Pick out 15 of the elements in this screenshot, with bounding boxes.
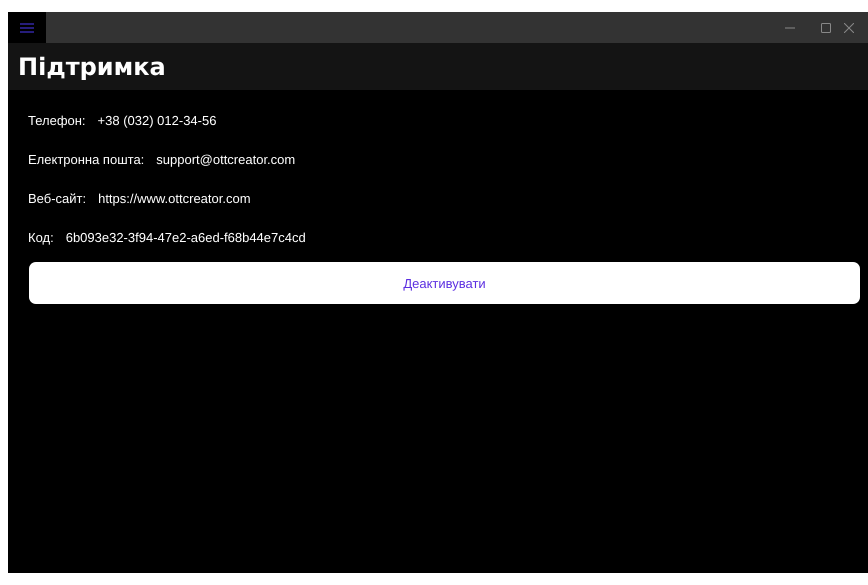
field-value: 6b093e32-3f94-47e2-a6ed-f68b44e7c4cd	[66, 230, 306, 245]
field-label: Телефон:	[28, 113, 86, 128]
page-title: Підтримка	[18, 52, 166, 80]
field-label: Веб-сайт:	[28, 191, 86, 206]
maximize-icon	[821, 22, 831, 32]
field-value: support@ottcreator.com	[156, 152, 296, 167]
menu-icon	[20, 22, 34, 32]
field-value: https://www.ottcreator.com	[98, 191, 251, 206]
field-value: +38 (032) 012-34-56	[98, 113, 216, 128]
close-icon	[844, 22, 854, 32]
minimize-icon	[785, 26, 795, 28]
deactivate-button[interactable]: Деактивувати	[29, 262, 860, 304]
field-label: Код:	[28, 230, 54, 245]
field-label: Електронна пошта:	[28, 152, 144, 167]
menu-button[interactable]	[8, 12, 46, 43]
